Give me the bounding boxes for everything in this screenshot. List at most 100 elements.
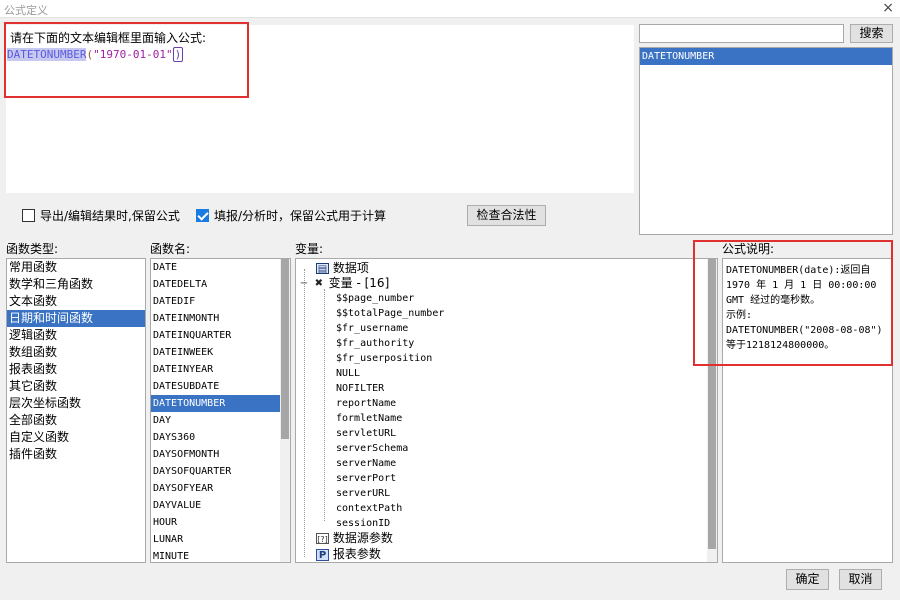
tree-line [324,289,325,521]
formula-function: DATETONUMBER [7,48,87,61]
keep-formula-fill-label: 填报/分析时，保留公式用于计算 [214,209,387,223]
function-name-item[interactable]: LUNAR [151,531,281,548]
function-type-item[interactable]: 数组函数 [7,344,145,361]
function-name-item[interactable]: DATESUBDATE [151,378,281,395]
report-param-icon: P [316,548,329,561]
function-name-item[interactable]: DAYS360 [151,429,281,446]
function-type-item[interactable]: 全部函数 [7,412,145,429]
variable-item[interactable]: NULL [336,366,360,381]
close-icon[interactable]: × [882,0,894,16]
ok-button[interactable]: 确定 [786,569,829,590]
function-name-item[interactable]: DATEDELTA [151,276,281,293]
formula-close-paren: ) [172,47,184,62]
variable-item[interactable]: contextPath [336,501,402,516]
variable-icon: ✖ [314,278,324,289]
description-line: DATETONUMBER("2008-08-08") [726,325,883,336]
keep-formula-export-label: 导出/编辑结果时,保留公式 [40,209,180,223]
tree-node-report-params[interactable]: P 报表参数 [316,547,381,562]
tree-node-variables[interactable]: − ✖ 变量 - [16] [299,276,389,291]
tree-node-label: 变量 - [16] [328,276,390,290]
editor-prompt: 请在下面的文本编辑框里面输入公式: [10,31,207,45]
function-type-item-selected[interactable]: 日期和时间函数 [7,310,145,327]
keep-formula-export-checkbox[interactable]: 导出/编辑结果时,保留公式 [22,207,180,224]
variable-item[interactable]: reportName [336,396,396,411]
tree-node-label: 数据源参数 [332,531,393,545]
variable-item[interactable]: servletURL [336,426,396,441]
function-name-list[interactable]: DATE DATEDELTA DATEDIF DATEINMONTH DATEI… [150,258,291,563]
expand-icon[interactable]: − [299,278,309,289]
checkbox-checked-icon[interactable] [196,209,209,222]
variables-tree[interactable]: ▤ 数据项 − ✖ 变量 - [16] $$page_number $$tota… [295,258,718,563]
function-name-item[interactable]: DAYSOFMONTH [151,446,281,463]
variables-scrollbar[interactable] [707,259,717,562]
keep-formula-fill-checkbox[interactable]: 填报/分析时，保留公式用于计算 [196,207,386,224]
search-result-item[interactable]: DATETONUMBER [640,48,892,65]
function-name-item[interactable]: DATEDIF [151,293,281,310]
variable-item[interactable]: $$page_number [336,291,414,306]
variable-item[interactable]: $fr_userposition [336,351,432,366]
tree-node-label: 报表参数 [332,547,381,561]
function-name-item[interactable]: DATEINYEAR [151,361,281,378]
description-line: 等于1218124800000。 [726,340,835,351]
param-icon: [?] [316,533,329,544]
formula-editor[interactable]: 请在下面的文本编辑框里面输入公式: DATETONUMBER("1970-01-… [6,25,634,193]
function-name-item[interactable]: DAY [151,412,281,429]
function-type-item[interactable]: 数学和三角函数 [7,276,145,293]
function-type-item[interactable]: 常用函数 [7,259,145,276]
search-results-list[interactable]: DATETONUMBER [639,47,893,235]
tree-node-data-items[interactable]: ▤ 数据项 [316,261,369,276]
description-line: DATETONUMBER(date):返回自 [726,265,871,276]
function-type-item[interactable]: 文本函数 [7,293,145,310]
formula-desc-label: 公式说明: [722,242,775,256]
function-type-item[interactable]: 逻辑函数 [7,327,145,344]
function-name-item[interactable]: DATEINWEEK [151,344,281,361]
description-line: 1970 年 1 月 1 日 00:00:00 [726,280,877,291]
variable-item[interactable]: serverPort [336,471,396,486]
validate-button[interactable]: 检查合法性 [467,205,546,226]
variable-item[interactable]: $$totalPage_number [336,306,444,321]
function-type-label: 函数类型: [6,242,59,256]
search-input[interactable] [639,24,844,43]
description-line: GMT 经过的毫秒数。 [726,295,821,306]
scrollbar-thumb[interactable] [281,259,289,439]
variable-item[interactable]: serverSchema [336,441,408,456]
function-name-item-selected[interactable]: DATETONUMBER [151,395,281,412]
formula-string: "1970-01-01" [93,48,173,61]
tree-line [304,269,305,557]
function-type-list[interactable]: 常用函数 数学和三角函数 文本函数 日期和时间函数 逻辑函数 数组函数 报表函数… [6,258,146,563]
tree-node-label: 数据项 [332,261,369,275]
cancel-button[interactable]: 取消 [839,569,882,590]
variables-label: 变量: [295,242,324,256]
variable-item[interactable]: $fr_authority [336,336,414,351]
table-icon: ▤ [316,263,329,275]
description-line: 示例: [726,310,753,321]
variable-item[interactable]: formletName [336,411,402,426]
variable-item[interactable]: NOFILTER [336,381,384,396]
function-name-item[interactable]: DAYSOFQUARTER [151,463,281,480]
variable-item[interactable]: sessionID [336,516,390,531]
function-name-item[interactable]: MINUTE [151,548,281,562]
function-name-item[interactable]: HOUR [151,514,281,531]
variable-item[interactable]: serverName [336,456,396,471]
function-type-item[interactable]: 自定义函数 [7,429,145,446]
variable-item[interactable]: serverURL [336,486,390,501]
title-bar: 公式定义 × [0,0,900,18]
function-type-item[interactable]: 层次坐标函数 [7,395,145,412]
function-name-item[interactable]: DATEINQUARTER [151,327,281,344]
tree-node-datasource-params[interactable]: [?] 数据源参数 [316,531,393,546]
function-name-label: 函数名: [150,242,191,256]
function-type-item[interactable]: 插件函数 [7,446,145,463]
function-name-item[interactable]: DATE [151,259,281,276]
function-name-item[interactable]: DATEINMONTH [151,310,281,327]
formula-description: DATETONUMBER(date):返回自 1970 年 1 月 1 日 00… [722,258,893,563]
checkbox-unchecked-icon[interactable] [22,209,35,222]
function-name-item[interactable]: DAYVALUE [151,497,281,514]
function-name-scrollbar[interactable] [280,259,290,562]
function-name-item[interactable]: DAYSOFYEAR [151,480,281,497]
search-button[interactable]: 搜索 [850,24,893,43]
formula-text[interactable]: DATETONUMBER("1970-01-01") [7,47,184,62]
function-type-item[interactable]: 报表函数 [7,361,145,378]
scrollbar-thumb[interactable] [708,259,716,549]
variable-item[interactable]: $fr_username [336,321,408,336]
function-type-item[interactable]: 其它函数 [7,378,145,395]
